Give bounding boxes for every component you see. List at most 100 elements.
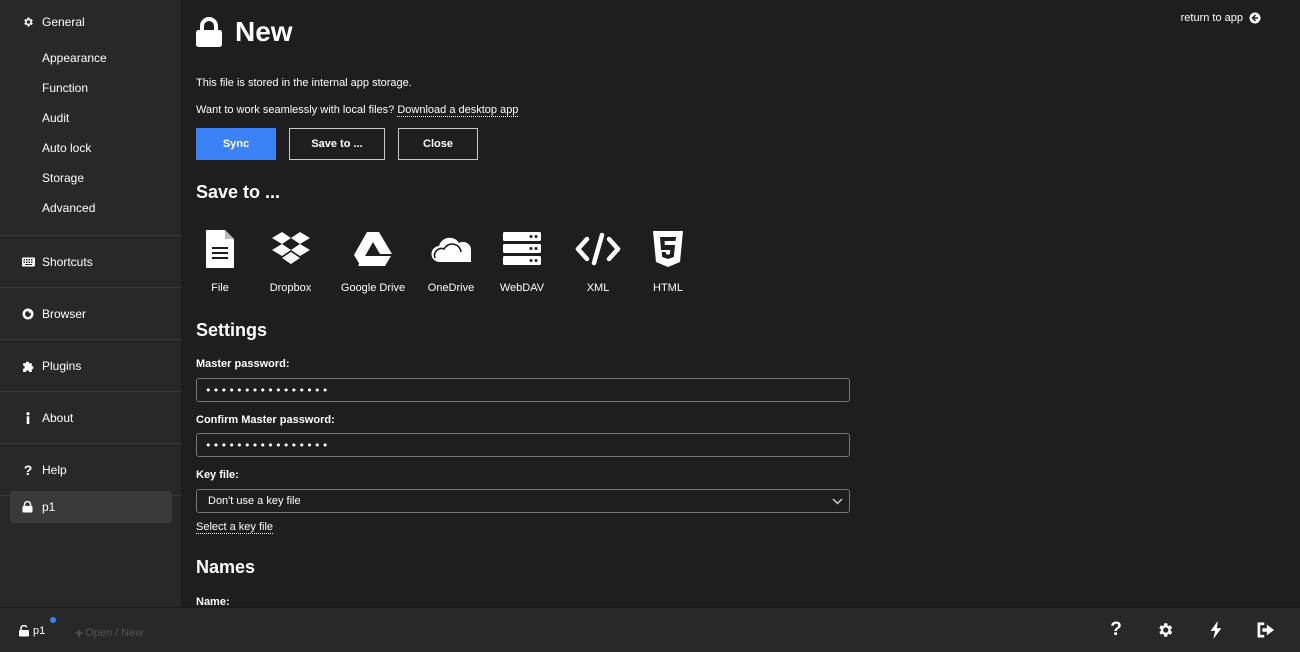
save-to-google-drive[interactable]: Google Drive	[338, 228, 408, 294]
master-password-label: Master password:	[196, 358, 290, 370]
page-title-text: New	[235, 16, 293, 47]
settings-heading: Settings	[196, 320, 268, 340]
select-key-file-link[interactable]: Select a key file	[196, 521, 274, 534]
sidebar-item-storage[interactable]: Storage	[0, 163, 181, 193]
footer-help-button[interactable]: ?	[1105, 619, 1127, 641]
gear-icon	[21, 16, 35, 28]
sidebar-item-advanced[interactable]: Advanced	[0, 193, 181, 223]
file-icon	[206, 228, 234, 270]
sidebar-item-about[interactable]: About	[0, 392, 181, 443]
lock-icon	[22, 501, 33, 513]
sidebar-file-label: p1	[42, 500, 56, 514]
save-to-heading: Save to ...	[196, 182, 281, 202]
unlock-icon	[18, 625, 30, 637]
sidebar-item-shortcuts-label: Shortcuts	[42, 254, 93, 269]
lightning-icon	[1210, 621, 1222, 639]
desktop-info-text: Want to work seamlessly with local files…	[196, 104, 395, 116]
page-title: New	[196, 16, 293, 48]
sidebar-item-about-label: About	[42, 410, 74, 425]
google-drive-icon	[354, 228, 392, 270]
save-to-google-drive-label: Google Drive	[340, 282, 406, 294]
key-file-label: Key file:	[196, 469, 239, 481]
xml-icon	[575, 228, 621, 270]
gear-icon	[1156, 621, 1174, 639]
save-to-options: File Dropbox Google Drive OneDrive WebDA…	[196, 228, 696, 294]
file-action-buttons: Sync Save to ... Close	[196, 128, 478, 160]
save-to-html[interactable]: HTML	[640, 228, 696, 294]
sidebar-item-appearance[interactable]: Appearance	[0, 43, 181, 73]
sidebar-shortcuts-section: Shortcuts	[0, 236, 181, 288]
sync-button[interactable]: Sync	[196, 128, 276, 160]
save-to-xml[interactable]: XML	[568, 228, 628, 294]
webdav-icon	[503, 228, 541, 270]
puzzle-icon	[21, 360, 35, 372]
footer-settings-button[interactable]	[1154, 619, 1176, 641]
lock-icon	[196, 17, 222, 47]
arrow-left-circle-icon	[1249, 12, 1261, 24]
sidebar-item-function[interactable]: Function	[0, 73, 181, 103]
footer-lock-button[interactable]	[1255, 619, 1277, 641]
question-icon: ?	[1110, 619, 1122, 640]
scrollbar[interactable]	[1266, 0, 1283, 607]
sidebar-general-subitems: Appearance Function Audit Auto lock Stor…	[0, 43, 181, 235]
sidebar-item-audit[interactable]: Audit	[0, 103, 181, 133]
sidebar-file-p1[interactable]: p1	[10, 491, 172, 523]
key-file-select-value: Don't use a key file	[208, 495, 301, 507]
html-icon	[653, 228, 683, 270]
footer-generator-button[interactable]	[1205, 619, 1227, 641]
save-to-file[interactable]: File	[196, 228, 244, 294]
sidebar-item-help[interactable]: ? Help	[0, 444, 181, 495]
sidebar-item-shortcuts[interactable]: Shortcuts	[0, 236, 181, 287]
question-icon: ?	[23, 461, 33, 478]
sidebar-item-general-label: General	[42, 14, 85, 29]
save-to-dropbox[interactable]: Dropbox	[247, 228, 334, 294]
storage-info-text: This file is stored in the internal app …	[196, 77, 412, 89]
onedrive-icon	[431, 228, 471, 270]
save-to-webdav[interactable]: WebDAV	[494, 228, 550, 294]
close-button[interactable]: Close	[398, 128, 478, 160]
open-new-button[interactable]: + Open / New	[75, 625, 143, 641]
save-to-button[interactable]: Save to ...	[289, 128, 385, 160]
sidebar-item-general[interactable]: General	[0, 0, 181, 43]
save-to-dropbox-label: Dropbox	[269, 282, 312, 294]
save-to-html-label: HTML	[653, 282, 683, 294]
sidebar-about-section: About	[0, 392, 181, 444]
confirm-password-input[interactable]: ••••••••••••••••	[196, 433, 850, 457]
master-password-input[interactable]: ••••••••••••••••	[196, 378, 850, 402]
firefox-icon	[21, 308, 35, 320]
save-to-xml-label: XML	[586, 282, 610, 294]
chevron-down-icon	[832, 497, 843, 505]
confirm-password-label: Confirm Master password:	[196, 414, 335, 426]
sidebar-general-section: General Appearance Function Audit Auto l…	[0, 0, 181, 236]
sidebar-item-browser[interactable]: Browser	[0, 288, 181, 339]
main-panel: return to app New This file is stored in…	[183, 0, 1283, 607]
sidebar-item-plugins-label: Plugins	[42, 358, 82, 373]
sidebar-item-auto-lock[interactable]: Auto lock	[0, 133, 181, 163]
save-to-webdav-label: WebDAV	[499, 282, 545, 294]
download-desktop-app-link[interactable]: Download a desktop app	[397, 104, 519, 117]
return-to-app-link[interactable]: return to app	[1181, 12, 1261, 24]
name-label: Name:	[196, 596, 230, 607]
save-to-onedrive-label: OneDrive	[427, 282, 475, 294]
save-to-file-label: File	[211, 282, 229, 294]
unsaved-indicator	[50, 617, 56, 623]
sidebar-browser-section: Browser	[0, 288, 181, 340]
open-new-label: Open / New	[85, 627, 144, 639]
plus-icon: +	[75, 625, 84, 641]
sidebar-item-browser-label: Browser	[42, 306, 87, 321]
names-heading: Names	[196, 557, 256, 577]
footer-file-p1[interactable]: p1	[18, 625, 45, 637]
keyboard-icon	[21, 257, 35, 267]
sidebar: General Appearance Function Audit Auto l…	[0, 0, 182, 607]
sidebar-help-section: ? Help	[0, 444, 181, 496]
info-icon	[21, 411, 35, 424]
return-to-app-label: return to app	[1180, 12, 1243, 24]
sidebar-item-plugins[interactable]: Plugins	[0, 340, 181, 391]
sidebar-plugins-section: Plugins	[0, 340, 181, 392]
sign-out-icon	[1257, 622, 1275, 638]
save-to-onedrive[interactable]: OneDrive	[419, 228, 483, 294]
desktop-info: Want to work seamlessly with local files…	[196, 104, 519, 117]
footer-file-label: p1	[33, 625, 46, 637]
key-file-select[interactable]: Don't use a key file	[196, 489, 850, 513]
sidebar-item-help-label: Help	[42, 462, 67, 477]
